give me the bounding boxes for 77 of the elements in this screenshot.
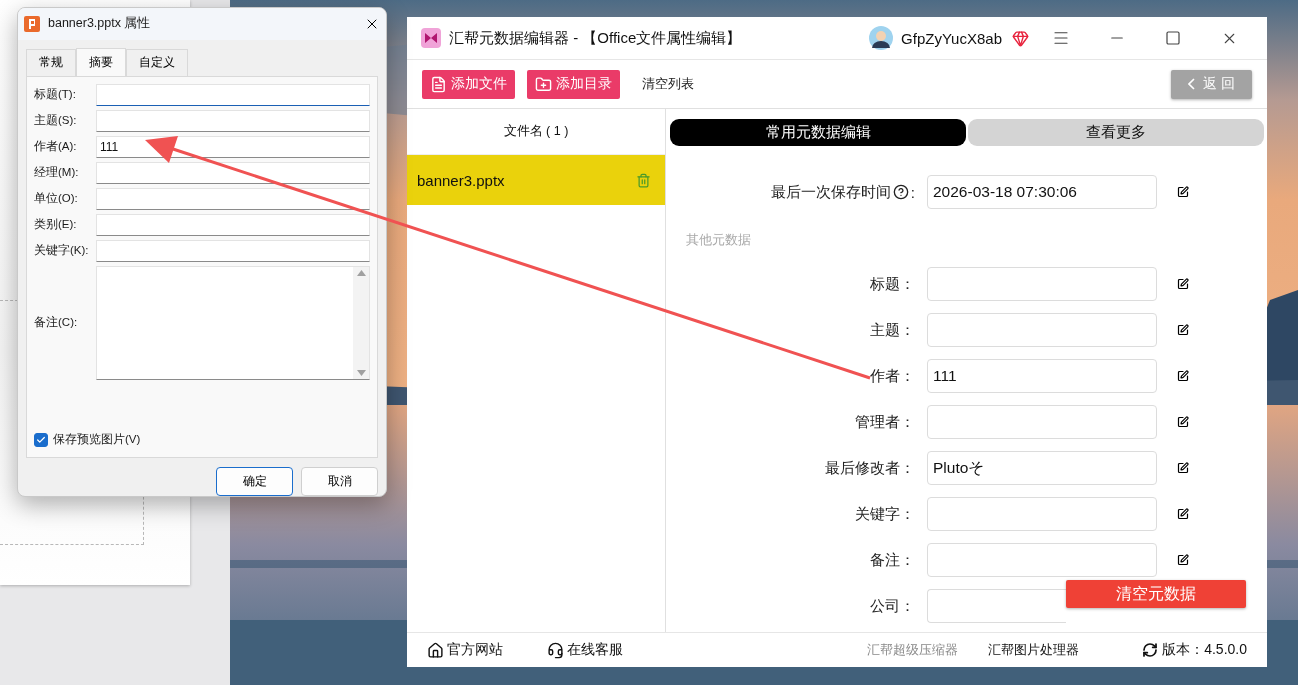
field-label: 最后修改者： (824, 458, 915, 478)
scrollbar[interactable] (353, 266, 369, 379)
field-label: 类别(E): (34, 217, 78, 233)
user-name: GfpZyYucX8ab (901, 29, 1002, 47)
avatar-icon[interactable] (869, 26, 894, 50)
chevron-left-icon (1188, 78, 1196, 90)
field-label: 主题(S): (34, 113, 78, 129)
tab[interactable]: 查看更多 (968, 119, 1264, 146)
clear-list-button[interactable]: 清空列表 (632, 75, 704, 93)
product-link[interactable]: 汇帮超级压缩器 (867, 641, 958, 659)
field-label: 经理(M): (34, 165, 80, 181)
trash-icon[interactable] (636, 172, 651, 188)
input-field[interactable] (927, 497, 1157, 531)
version-text: 版本：4.5.0.0 (1162, 641, 1247, 659)
tab[interactable]: 常用元数据编辑 (670, 119, 966, 146)
field-label: 公司： (869, 596, 915, 616)
menu-icon[interactable] (1052, 29, 1070, 47)
input-field[interactable]: Plutoそ (927, 451, 1157, 485)
app-logo-icon (421, 28, 441, 48)
home-icon (427, 641, 444, 659)
input-field[interactable] (927, 589, 1066, 623)
scroll-down-icon[interactable] (356, 369, 366, 376)
file-row[interactable]: banner3.pptx (407, 155, 665, 205)
diamond-icon[interactable] (1012, 29, 1029, 47)
field-label: 关键字： (854, 504, 915, 524)
maximize-icon[interactable] (1165, 30, 1181, 46)
add-button[interactable]: 添加目录 (527, 69, 620, 99)
folder-plus-icon (535, 75, 552, 93)
field-label: 备注： (869, 550, 915, 570)
headset-icon (547, 641, 564, 659)
help-icon[interactable] (892, 184, 909, 200)
input-field[interactable] (96, 83, 370, 106)
input-field[interactable] (96, 187, 370, 210)
input-field[interactable]: 111 (96, 135, 370, 158)
input-field[interactable] (927, 543, 1157, 577)
dialog-title: banner3.pptx 属性 (48, 15, 152, 33)
field-label: 单位(O): (34, 191, 79, 207)
dialog-tab[interactable]: 常规 (26, 48, 76, 76)
window-title: 汇帮元数据编辑器 - 【Office文件属性编辑】 (449, 28, 743, 48)
footer-link[interactable]: 官方网站 (427, 641, 503, 659)
colon: : (910, 183, 915, 201)
refresh-icon[interactable] (1142, 642, 1159, 658)
input-field[interactable] (96, 161, 370, 184)
field-label: 标题(T): (34, 87, 77, 103)
checkbox[interactable] (34, 432, 48, 447)
clear-metadata-button[interactable]: 清空元数据 (1066, 580, 1246, 608)
dialog-tab[interactable]: 摘要 (76, 47, 126, 76)
input-field[interactable] (927, 313, 1157, 347)
footer-link[interactable]: 在线客服 (547, 641, 623, 659)
field-label: 标题： (869, 274, 915, 294)
dialog-button[interactable]: 取消 (301, 467, 378, 496)
field-label: 管理者： (854, 412, 915, 432)
document-icon (430, 75, 447, 93)
field-label: 最后一次保存时间 (770, 182, 891, 202)
input-field[interactable] (96, 109, 370, 132)
input-field[interactable] (96, 239, 370, 262)
field-label: 主题： (869, 320, 915, 340)
section-title: 其他元数据 (685, 231, 752, 249)
input-field[interactable] (96, 213, 370, 236)
notes-field[interactable] (96, 265, 370, 380)
dialog-button[interactable]: 确定 (216, 467, 293, 496)
input-field[interactable] (927, 267, 1157, 301)
product-link[interactable]: 汇帮图片处理器 (988, 641, 1079, 659)
field-label: 备注(C): (34, 315, 79, 331)
field-label: 关键字(K): (34, 243, 90, 259)
field-label: 作者： (869, 366, 915, 386)
check-icon (36, 434, 46, 445)
input-field[interactable] (927, 405, 1157, 439)
scroll-up-icon[interactable] (356, 269, 366, 276)
input-field[interactable]: 2026-03-18 07:30:06 (927, 175, 1157, 209)
file-name: banner3.pptx (417, 171, 505, 189)
checkbox-label: 保存预览图片(V) (53, 432, 141, 447)
field-label: 作者(A): (34, 139, 78, 155)
add-button[interactable]: 添加文件 (422, 69, 515, 99)
powerpoint-icon (24, 15, 40, 32)
input-field[interactable]: 111 (927, 359, 1157, 393)
dialog-tab[interactable]: 自定义 (126, 48, 188, 76)
